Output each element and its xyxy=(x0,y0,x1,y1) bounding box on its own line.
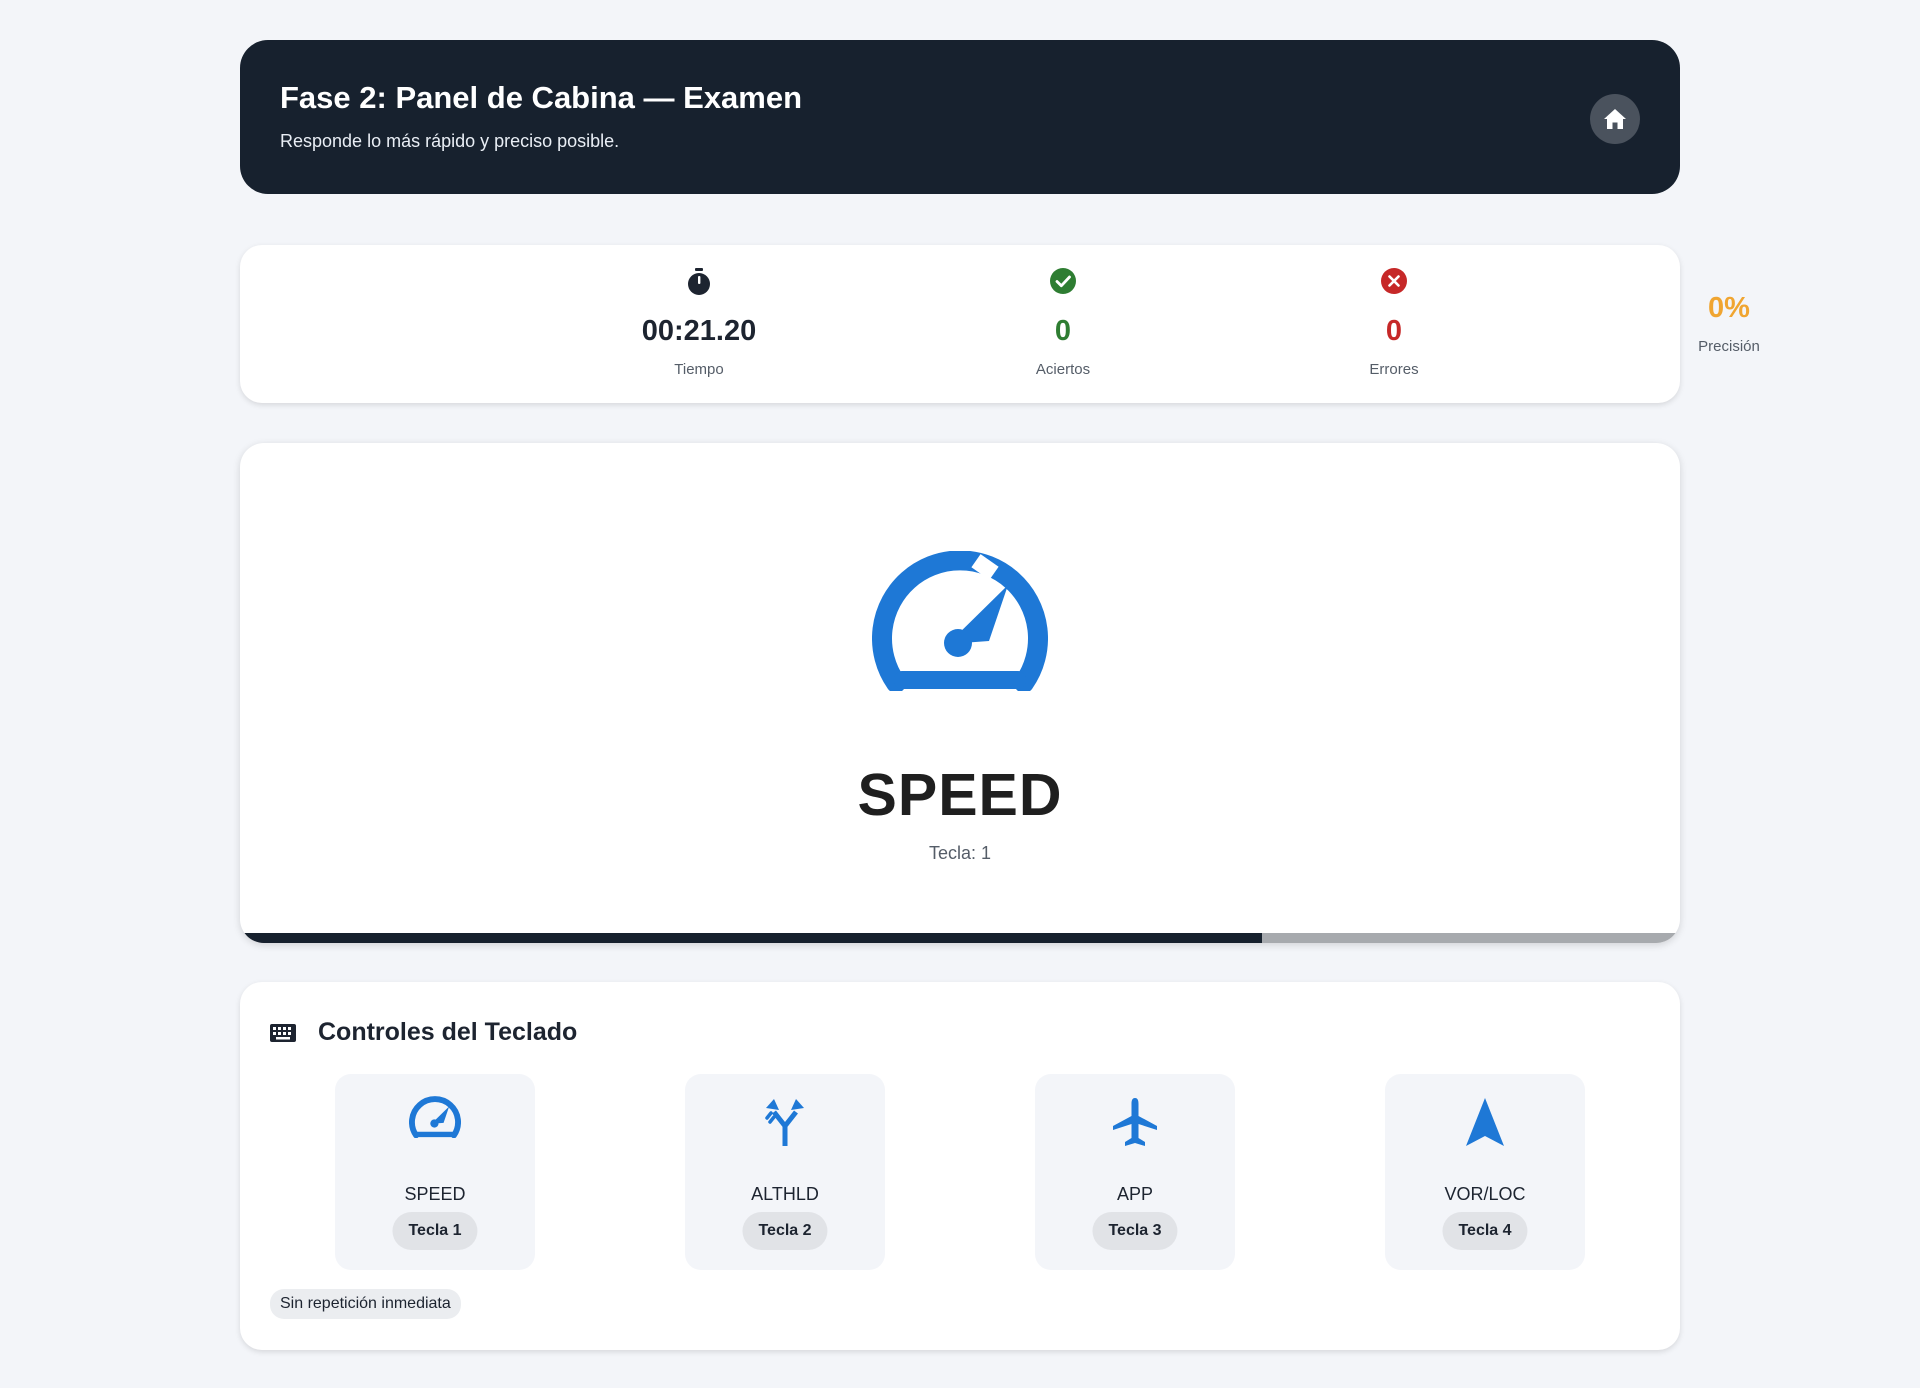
stat-time: 00:21.20 Tiempo xyxy=(549,245,849,403)
home-icon xyxy=(1604,109,1626,129)
key-badge: Tecla 1 xyxy=(392,1212,478,1250)
precision-value: 0% xyxy=(1708,292,1750,324)
controls-header: Controles del Teclado xyxy=(270,1018,577,1047)
key-badge: Tecla 2 xyxy=(742,1212,828,1250)
key-card-althld[interactable]: ALTHLD Tecla 2 xyxy=(685,1074,885,1270)
page-header: Fase 2: Panel de Cabina — Examen Respond… xyxy=(240,40,1680,194)
command-name: SPEED xyxy=(857,762,1063,828)
stats-panel: 00:21.20 Tiempo 0 Aciertos 0 Errores 0% … xyxy=(240,245,1760,403)
command-key: Tecla: 1 xyxy=(928,843,992,863)
correct-label: Aciertos xyxy=(1035,361,1091,378)
x-circle-icon xyxy=(1381,268,1407,294)
command-card: SPEED Tecla: 1 xyxy=(240,443,1680,943)
page-subtitle: Responde lo más rápido y preciso posible… xyxy=(280,131,620,151)
stopwatch-icon xyxy=(688,268,710,295)
errors-label: Errores xyxy=(1369,361,1419,378)
key-name: ALTHLD xyxy=(751,1184,819,1204)
progress-fill xyxy=(240,933,1263,943)
navigation-arrow-icon xyxy=(1466,1098,1504,1146)
airplane-icon xyxy=(1113,1098,1157,1146)
controls-title: Controles del Teclado xyxy=(318,1018,578,1046)
speedometer-icon xyxy=(409,1096,461,1138)
stat-precision: 0% Precisión xyxy=(1579,245,1879,403)
stat-correct: 0 Aciertos xyxy=(913,245,1213,403)
keyboard-icon xyxy=(270,1023,296,1042)
page-title: Fase 2: Panel de Cabina — Examen xyxy=(280,80,803,115)
errors-value: 0 xyxy=(1385,315,1403,347)
correct-value: 0 xyxy=(1054,315,1072,347)
keyboard-controls-panel: Controles del Teclado SPEED Tecla 1 ALTH… xyxy=(240,982,1680,1350)
precision-label: Precisión xyxy=(1698,338,1760,355)
key-card-vorloc[interactable]: VOR/LOC Tecla 4 xyxy=(1385,1074,1585,1270)
time-label: Tiempo xyxy=(674,361,724,378)
key-name: VOR/LOC xyxy=(1444,1184,1526,1204)
key-name: APP xyxy=(1116,1184,1154,1204)
key-card-app[interactable]: APP Tecla 3 xyxy=(1035,1074,1235,1270)
key-badge: Tecla 4 xyxy=(1442,1212,1528,1250)
speedometer-icon xyxy=(872,551,1048,691)
merge-arrows-icon xyxy=(765,1099,804,1146)
no-repeat-note: Sin repetición inmediata xyxy=(270,1289,461,1319)
home-button[interactable] xyxy=(1590,94,1640,144)
check-circle-icon xyxy=(1050,268,1076,294)
key-card-speed[interactable]: SPEED Tecla 1 xyxy=(335,1074,535,1270)
time-value: 00:21.20 xyxy=(641,315,757,347)
progress-bar xyxy=(240,933,1680,943)
key-badge: Tecla 3 xyxy=(1092,1212,1178,1250)
key-name: SPEED xyxy=(404,1184,466,1204)
stat-errors: 0 Errores xyxy=(1244,245,1544,403)
